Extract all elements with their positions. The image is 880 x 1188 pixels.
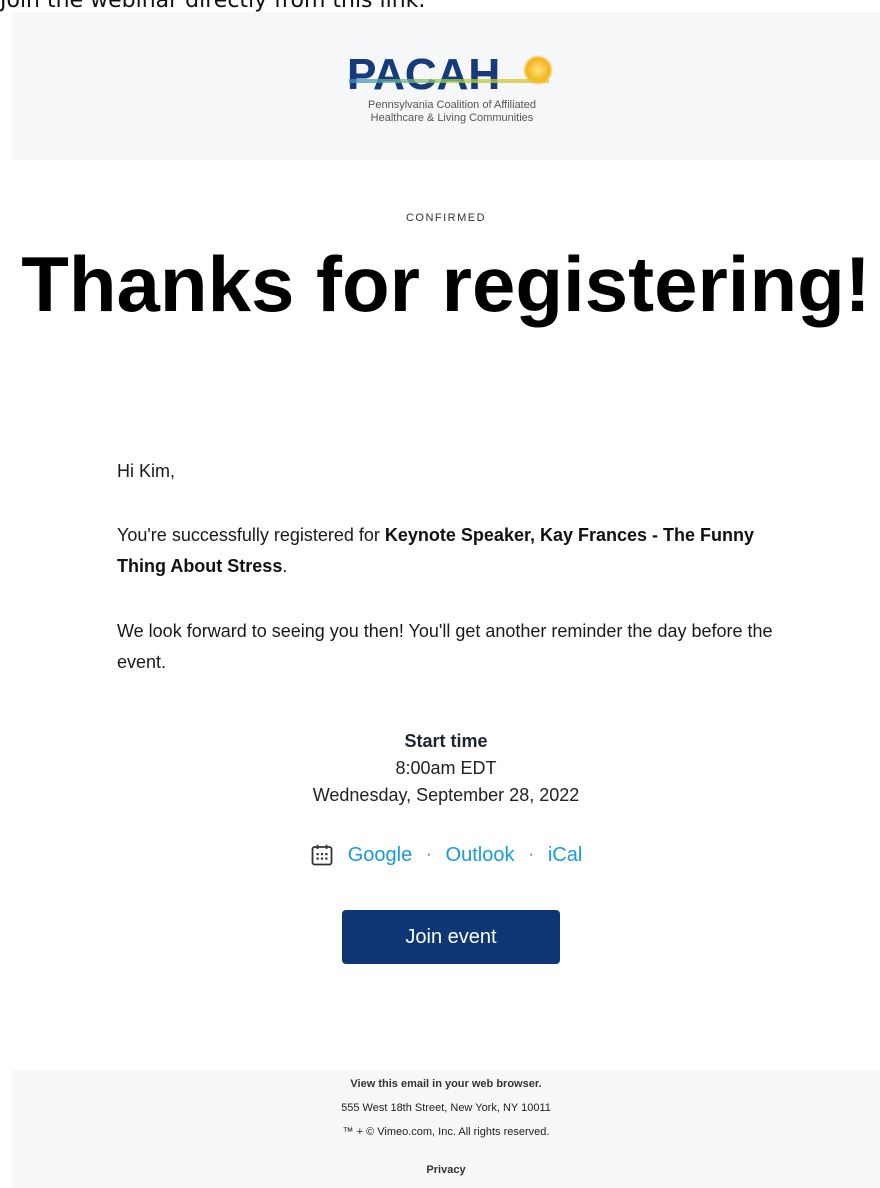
email-body: PACAH Pennsylvania Coalition of Affiliat… — [12, 12, 880, 1188]
logo-tagline-line1: Pennsylvania Coalition of Affiliated — [368, 99, 536, 111]
registration-message: You're successfully registered for Keyno… — [117, 520, 787, 582]
privacy-link[interactable]: Privacy — [12, 1164, 880, 1176]
footer-address: 555 West 18th Street, New York, NY 10011 — [341, 1102, 551, 1114]
logo-color-band — [349, 79, 549, 83]
start-time-block: Start time 8:00am EDT Wednesday, Septemb… — [12, 728, 880, 809]
email-footer: View this email in your web browser. 555… — [12, 1070, 880, 1188]
pacah-logo: PACAH Pennsylvania Coalition of Affiliat… — [347, 53, 557, 133]
registration-prefix: You're successfully registered for — [117, 525, 385, 545]
confirmed-label: CONFIRMED — [405, 212, 487, 224]
logo-wordmark: PACAH — [347, 50, 501, 99]
email-header: PACAH Pennsylvania Coalition of Affiliat… — [12, 12, 880, 160]
start-time-label: Start time — [404, 731, 488, 751]
calendar-link-ical[interactable]: iCal — [548, 840, 582, 870]
join-event-button[interactable]: Join event — [342, 910, 560, 964]
view-in-browser-link[interactable]: View this email in your web browser. — [12, 1078, 880, 1090]
reminder-message: We look forward to seeing you then! You'… — [117, 621, 773, 672]
registration-suffix: . — [282, 556, 288, 576]
logo-tagline-line2: Healthcare & Living Communities — [370, 112, 534, 124]
start-time-value: 8:00am EDT — [395, 758, 497, 778]
page-title: Thanks for registering! — [21, 240, 871, 328]
separator: · — [426, 846, 432, 863]
calendar-link-google[interactable]: Google — [348, 840, 413, 870]
calendar-link-outlook[interactable]: Outlook — [446, 840, 515, 870]
add-to-calendar-row: Google · Outlook · iCal — [12, 840, 880, 870]
footer-copyright: ™ + © Vimeo.com, Inc. All rights reserve… — [342, 1126, 550, 1138]
calendar-icon — [311, 844, 333, 866]
start-date-value: Wednesday, September 28, 2022 — [312, 785, 580, 805]
greeting: Hi Kim, — [117, 461, 175, 481]
separator: · — [528, 846, 534, 863]
